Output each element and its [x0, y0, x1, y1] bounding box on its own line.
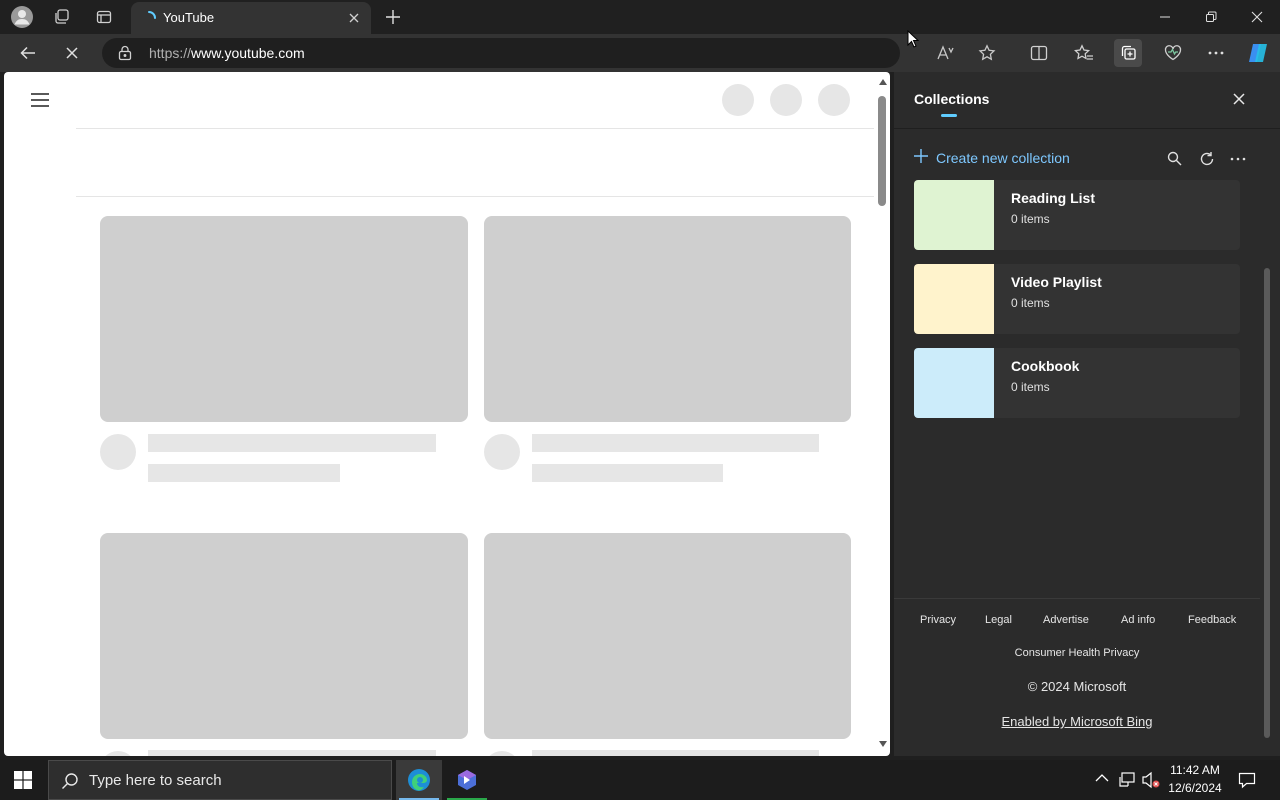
page-scrollbar[interactable]	[878, 96, 886, 206]
close-panel-icon[interactable]	[1230, 90, 1248, 108]
skeleton-title	[148, 434, 436, 452]
skeleton-circle	[722, 84, 754, 116]
search-icon[interactable]	[1167, 151, 1182, 166]
split-screen-icon[interactable]	[1025, 39, 1053, 67]
skeleton-avatar	[484, 751, 520, 756]
restore-icon[interactable]	[1188, 0, 1234, 34]
taskbar-app-icon[interactable]	[444, 760, 490, 800]
clock-date[interactable]: 12/6/2024	[1160, 781, 1230, 795]
minimize-icon[interactable]	[1142, 0, 1188, 34]
clock-time[interactable]: 11:42 AM	[1160, 763, 1230, 777]
back-arrow-icon[interactable]	[14, 39, 42, 67]
windows-start-icon[interactable]	[0, 760, 46, 800]
close-window-icon[interactable]	[1234, 0, 1280, 34]
collection-count: 0 items	[1011, 212, 1050, 226]
more-options-icon[interactable]	[1202, 39, 1230, 67]
close-tab-icon[interactable]	[345, 9, 363, 27]
mouse-cursor-icon	[907, 30, 919, 48]
collection-count: 0 items	[1011, 380, 1050, 394]
collection-name: Reading List	[1011, 190, 1096, 206]
collections-panel: Collections Create new collection Readin…	[894, 72, 1280, 756]
menu-hamburger-icon[interactable]	[30, 92, 50, 108]
title-bar: YouTube	[0, 0, 1280, 34]
taskbar: Type here to search 11:42 AM 12/6/2024	[0, 760, 1280, 800]
skeleton-avatar	[484, 434, 520, 470]
footer-link-feedback[interactable]: Feedback	[1188, 614, 1236, 626]
new-tab-icon[interactable]	[380, 5, 406, 29]
copilot-icon[interactable]	[1244, 39, 1272, 67]
footer-link-advertise[interactable]: Advertise	[1043, 614, 1089, 626]
refresh-icon[interactable]	[1199, 151, 1215, 167]
collection-thumbnail	[914, 264, 994, 334]
skeleton-avatar	[100, 751, 136, 756]
network-icon[interactable]	[1118, 771, 1136, 789]
scroll-down-arrow-icon[interactable]	[878, 740, 888, 748]
skeleton-title	[532, 434, 819, 452]
collection-name: Video Playlist	[1011, 274, 1102, 290]
search-icon	[61, 772, 79, 790]
skeleton-thumbnail	[100, 216, 468, 422]
toolbar: https://www.youtube.com	[0, 34, 1280, 72]
loading-spinner-icon	[141, 10, 157, 26]
panel-more-options-icon[interactable]	[1230, 157, 1246, 161]
copyright-text: © 2024 Microsoft	[1027, 679, 1127, 694]
divider	[76, 196, 874, 197]
collections-icon[interactable]	[1114, 39, 1142, 67]
collection-name: Cookbook	[1011, 358, 1080, 374]
tab-actions-icon[interactable]	[91, 5, 117, 29]
scroll-up-arrow-icon[interactable]	[878, 78, 888, 86]
panel-scrollbar[interactable]	[1264, 268, 1270, 738]
favorites-icon[interactable]	[1070, 39, 1098, 67]
address-bar[interactable]: https://www.youtube.com	[102, 38, 996, 68]
footer-link-ad-info[interactable]: Ad info	[1121, 614, 1155, 626]
stop-loading-icon[interactable]	[58, 39, 86, 67]
taskbar-search-box[interactable]: Type here to search	[48, 760, 392, 800]
url-text[interactable]: https://www.youtube.com	[149, 45, 305, 61]
collection-count: 0 items	[1011, 296, 1050, 310]
browser-essentials-icon[interactable]	[1159, 39, 1187, 67]
profile-icon[interactable]	[9, 5, 35, 29]
footer-link-legal[interactable]: Legal	[985, 614, 1012, 626]
create-new-collection-button[interactable]: Create new collection	[936, 150, 1070, 166]
lock-icon[interactable]	[118, 45, 132, 61]
collection-card-video-playlist[interactable]: Video Playlist 0 items	[914, 264, 1240, 334]
skeleton-title	[532, 750, 819, 756]
search-placeholder: Type here to search	[89, 772, 222, 789]
taskbar-edge-app[interactable]	[396, 760, 442, 800]
tab-title: YouTube	[163, 10, 215, 25]
collection-card-cookbook[interactable]: Cookbook 0 items	[914, 348, 1240, 418]
skeleton-circle	[770, 84, 802, 116]
create-collection-row: Create new collection	[894, 129, 1280, 183]
skeleton-thumbnail	[484, 533, 851, 739]
divider	[76, 128, 874, 129]
collection-thumbnail	[914, 180, 994, 250]
skeleton-title	[148, 750, 436, 756]
footer-link-privacy[interactable]: Privacy	[920, 614, 956, 626]
tab-youtube[interactable]: YouTube	[131, 2, 371, 34]
skeleton-thumbnail	[484, 216, 851, 422]
panel-title-indicator	[941, 114, 957, 117]
skeleton-avatar	[100, 434, 136, 470]
plus-icon[interactable]	[913, 148, 929, 164]
chevron-up-icon[interactable]	[1095, 773, 1109, 783]
divider	[894, 598, 1260, 599]
panel-title: Collections	[914, 91, 990, 107]
volume-muted-icon[interactable]	[1141, 771, 1161, 789]
enabled-by-bing-link[interactable]: Enabled by Microsoft Bing	[894, 714, 1260, 729]
skeleton-meta	[148, 464, 340, 482]
page-content	[4, 72, 890, 756]
skeleton-thumbnail	[100, 533, 468, 739]
footer-link-consumer-health-privacy[interactable]: Consumer Health Privacy	[894, 647, 1260, 659]
read-aloud-icon[interactable]	[932, 39, 960, 67]
skeleton-circle	[818, 84, 850, 116]
collection-card-reading-list[interactable]: Reading List 0 items	[914, 180, 1240, 250]
collection-thumbnail	[914, 348, 994, 418]
favorite-star-icon[interactable]	[973, 39, 1001, 67]
notification-icon[interactable]	[1238, 771, 1256, 789]
workspaces-icon[interactable]	[49, 5, 75, 29]
skeleton-meta	[532, 464, 723, 482]
